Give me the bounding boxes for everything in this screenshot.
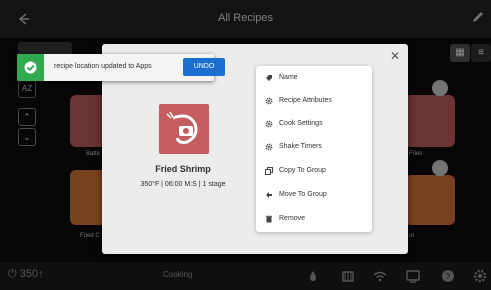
trash-icon: [266, 215, 272, 222]
gear-icon: [265, 120, 273, 127]
menu-item-label: Cook Settings: [279, 120, 323, 127]
copy-icon: [265, 166, 273, 175]
menu-item-label: Copy To Group: [279, 167, 326, 174]
menu-item-move-to-group[interactable]: Move To Group: [256, 183, 372, 206]
menu-item-label: Shake Timers: [279, 143, 322, 150]
menu-item-shake-timers[interactable]: Shake Timers: [256, 135, 372, 158]
undo-button[interactable]: UNDO: [183, 58, 225, 76]
tag-icon: [266, 74, 272, 81]
close-icon[interactable]: ✕: [388, 49, 402, 63]
menu-item-copy-to-group[interactable]: Copy To Group: [256, 159, 372, 182]
success-badge: [17, 54, 44, 81]
snackbar-message: recipe location updated to Apps: [54, 63, 152, 70]
recipe-image: [159, 104, 209, 154]
menu-item-cook-settings[interactable]: Cook Settings: [256, 112, 372, 135]
recipe-options-menu: Name Recipe Attributes Cook Settings Sha…: [256, 66, 372, 232]
check-circle-icon: [24, 61, 37, 74]
snackbar: recipe location updated to Apps UNDO: [17, 54, 225, 81]
menu-item-label: Name: [279, 74, 298, 81]
menu-item-name[interactable]: Name: [256, 66, 372, 89]
menu-item-label: Move To Group: [279, 191, 327, 198]
recipe-details: 350°F | 06:00 M:S | 1 stage: [140, 181, 226, 188]
menu-item-recipe-attributes[interactable]: Recipe Attributes: [256, 89, 372, 112]
shrimp-icon: [166, 111, 198, 144]
gear-icon: [265, 97, 273, 104]
recipe-name: Fried Shrimp: [155, 164, 211, 174]
menu-item-label: Remove: [279, 215, 306, 222]
move-icon: [266, 191, 272, 198]
menu-item-label: Recipe Attributes: [279, 97, 332, 104]
menu-item-remove[interactable]: Remove: [256, 207, 372, 230]
gear-icon: [265, 143, 273, 150]
